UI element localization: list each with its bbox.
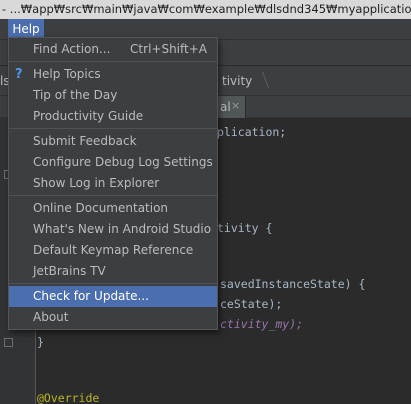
menu-item-label: Default Keymap Reference xyxy=(33,243,194,257)
menu-item-label: Help Topics xyxy=(33,67,101,81)
menu-item-label: JetBrains TV xyxy=(33,264,106,278)
code-line: tivity { xyxy=(217,221,273,235)
menu-item-label: Productivity Guide xyxy=(33,109,144,123)
code-line: plication; xyxy=(217,125,287,139)
menu-item-label: Tip of the Day xyxy=(33,88,118,102)
menu-separator xyxy=(9,128,217,129)
menu-item-show-log-in-explorer[interactable]: Show Log in Explorer xyxy=(9,173,217,194)
menu-separator xyxy=(9,283,217,284)
menu-item-label: Online Documentation xyxy=(33,201,169,215)
menu-item-jetbrains-tv[interactable]: JetBrains TV xyxy=(9,261,217,282)
menu-item-label: What's New in Android Studio xyxy=(33,222,212,236)
code-line: ctivity_my); xyxy=(220,317,304,331)
menu-item-label: Show Log in Explorer xyxy=(33,176,160,190)
editor-tab-label: al xyxy=(220,100,231,114)
menu-item-tip-of-the-day[interactable]: Tip of the Day xyxy=(9,85,217,106)
menu-item-label: About xyxy=(33,310,69,324)
fold-marker-icon[interactable] xyxy=(4,338,13,347)
code-line: @Override xyxy=(37,391,100,404)
code-line: } xyxy=(37,335,44,349)
menu-item-about[interactable]: About xyxy=(9,307,217,328)
menu-item-label: Submit Feedback xyxy=(33,134,137,148)
menu-item-what-s-new-in-android-studio[interactable]: What's New in Android Studio xyxy=(9,219,217,240)
menu-item-submit-feedback[interactable]: Submit Feedback xyxy=(9,131,217,152)
menu-item-online-documentation[interactable]: Online Documentation xyxy=(9,198,217,219)
menu-item-help-topics[interactable]: ? Help Topics xyxy=(9,64,217,85)
menu-item-find-action[interactable]: Find Action... Ctrl+Shift+A xyxy=(9,39,217,60)
menu-item-productivity-guide[interactable]: Productivity Guide xyxy=(9,106,217,127)
menu-item-label: Find Action... xyxy=(33,42,111,56)
menu-item-label: Check for Update... xyxy=(33,289,149,303)
help-menu: Find Action... Ctrl+Shift+A? Help Topics Ti… xyxy=(8,37,218,330)
menu-item-default-keymap-reference[interactable]: Default Keymap Reference xyxy=(9,240,217,261)
menu-item-check-for-update[interactable]: Check for Update... xyxy=(9,286,217,307)
menu-help-label: Help xyxy=(12,22,40,36)
menu-item-configure-debug-log-settings[interactable]: Configure Debug Log Settings xyxy=(9,152,217,173)
close-icon[interactable]: × xyxy=(231,99,240,112)
help-question-icon: ? xyxy=(15,67,23,82)
menu-separator xyxy=(9,195,217,196)
window-title: - ...₩app₩src₩main₩java₩com₩example₩dlsd… xyxy=(0,0,411,19)
code-line: ceState); xyxy=(220,297,283,311)
code-line: savedInstanceState) { xyxy=(220,277,366,291)
menu-item-shortcut: Ctrl+Shift+A xyxy=(130,42,207,56)
menu-separator xyxy=(9,61,217,62)
breadcrumb[interactable]: tivity xyxy=(222,66,252,96)
menu-item-label: Configure Debug Log Settings xyxy=(33,155,213,169)
